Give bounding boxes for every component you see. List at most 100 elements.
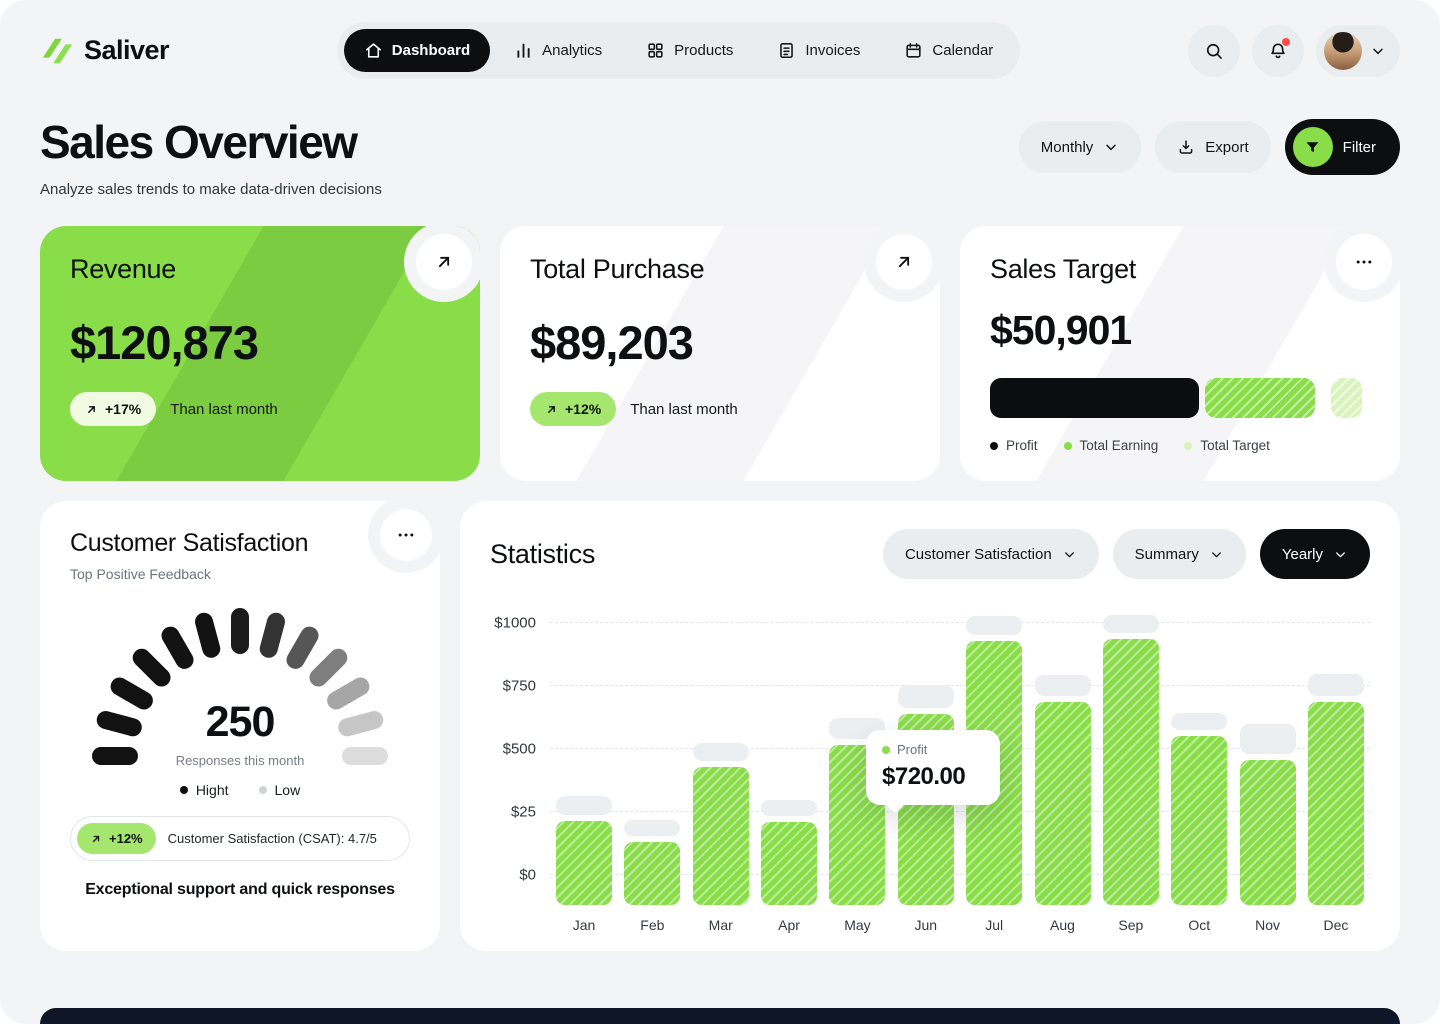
arrow-up-right-icon	[545, 403, 558, 416]
total-purchase-badge: +12%	[530, 392, 616, 426]
total-purchase-caption: Than last month	[630, 401, 738, 418]
customer-satisfaction-subtitle: Top Positive Feedback	[70, 566, 410, 582]
filter-button-label: Filter	[1343, 139, 1376, 156]
x-axis-label: Jan	[556, 917, 612, 933]
statistics-title: Statistics	[490, 539, 595, 570]
page-title: Sales Overview	[40, 115, 382, 169]
statistics-card: Statistics Customer Satisfaction Summary	[460, 501, 1400, 951]
satisfaction-footer: Exceptional support and quick responses	[70, 881, 410, 899]
arrow-up-right-icon	[85, 403, 98, 416]
chart-column-dec[interactable]	[1308, 674, 1364, 905]
gauge-segment	[258, 611, 287, 660]
products-icon	[646, 41, 665, 60]
top-bar: Saliver Dashboard Analytics Products	[0, 0, 1440, 79]
nav-item-calendar[interactable]: Calendar	[884, 29, 1013, 72]
customer-satisfaction-menu-button[interactable]	[380, 509, 432, 561]
nav-item-dashboard[interactable]: Dashboard	[344, 29, 490, 72]
legend-dot	[180, 786, 188, 794]
period-dropdown[interactable]: Monthly	[1019, 121, 1142, 173]
chart-column-oct[interactable]	[1171, 713, 1227, 905]
ellipsis-icon	[1354, 252, 1374, 272]
profit-bar	[1308, 702, 1364, 905]
tooltip-label: Profit	[897, 742, 927, 757]
filter-button[interactable]: Filter	[1285, 119, 1400, 175]
page-subtitle: Analyze sales trends to make data-driven…	[40, 181, 382, 198]
chevron-down-icon	[1062, 547, 1077, 562]
csat-label: Customer Satisfaction (CSAT): 4.7/5	[168, 831, 377, 846]
progress-segment-profit	[990, 378, 1199, 418]
target-progress	[990, 378, 1370, 418]
chart-y-axis: $1000$750$500$25$0	[490, 605, 536, 905]
saliver-logo-icon	[40, 34, 74, 68]
range-dropdown[interactable]: Yearly	[1260, 529, 1370, 579]
sales-dashboard-page: Saliver Dashboard Analytics Products	[0, 0, 1440, 1024]
export-button-label: Export	[1205, 139, 1248, 156]
gauge-segment	[231, 608, 249, 654]
nav-item-products[interactable]: Products	[626, 29, 753, 72]
chart-column-nov[interactable]	[1240, 724, 1296, 905]
gauge-segment	[306, 645, 351, 690]
export-button[interactable]: Export	[1155, 121, 1270, 173]
metric-dropdown[interactable]: Customer Satisfaction	[883, 529, 1099, 579]
x-axis-label: Jul	[966, 917, 1022, 933]
x-axis-label: Feb	[624, 917, 680, 933]
view-dropdown[interactable]: Summary	[1113, 529, 1246, 579]
sales-target-value: $50,901	[990, 307, 1370, 354]
bar-remainder-cap	[1240, 724, 1296, 754]
notifications-button[interactable]	[1252, 25, 1304, 77]
bar-remainder-cap	[1103, 615, 1159, 634]
revenue-value: $120,873	[70, 315, 450, 370]
calendar-icon	[904, 41, 923, 60]
x-axis-label: Oct	[1171, 917, 1227, 933]
profit-bar	[556, 821, 612, 905]
nav-item-invoices[interactable]: Invoices	[757, 29, 880, 72]
total-purchase-value: $89,203	[530, 315, 910, 370]
legend-item-total-earning: Total Earning	[1064, 438, 1159, 453]
brand-name: Saliver	[84, 35, 169, 66]
progress-segment-total-earning	[1205, 378, 1315, 418]
invoices-icon	[777, 41, 796, 60]
chart-column-feb[interactable]	[624, 820, 680, 905]
chart-column-apr[interactable]	[761, 800, 817, 905]
bar-remainder-cap	[1035, 675, 1091, 696]
chart-months: JanFebMarAprMayJunJulAugSepOctNovDec	[550, 917, 1370, 933]
legend-item-profit: Profit	[990, 438, 1038, 453]
avatar	[1324, 32, 1362, 70]
total-purchase-expand-button[interactable]	[876, 234, 932, 290]
revenue-expand-button[interactable]	[416, 234, 472, 290]
statistics-filters: Customer Satisfaction Summary Yearly	[883, 529, 1370, 579]
chevron-down-icon	[1103, 139, 1119, 155]
profit-bar	[1103, 639, 1159, 905]
page-header: Sales Overview Analyze sales trends to m…	[40, 115, 1400, 198]
x-axis-label: Sep	[1103, 917, 1159, 933]
csat-badge: +12%	[77, 823, 156, 854]
search-icon	[1204, 41, 1224, 61]
revenue-caption: Than last month	[170, 401, 278, 418]
y-axis-label: $1000	[494, 615, 536, 632]
stat-cards-row: Revenue $120,873 +17% Than last month To…	[40, 226, 1400, 481]
user-menu[interactable]	[1316, 25, 1400, 77]
chart-column-jan[interactable]	[556, 796, 612, 905]
chart-column-aug[interactable]	[1035, 675, 1091, 905]
chart-column-sep[interactable]	[1103, 615, 1159, 906]
y-axis-label: $0	[519, 867, 536, 884]
nav-item-label: Analytics	[542, 42, 602, 59]
bottom-sheet-peek	[40, 1008, 1400, 1024]
x-axis-label: Apr	[761, 917, 817, 933]
sales-target-menu-button[interactable]	[1336, 234, 1392, 290]
bar-remainder-cap	[693, 743, 749, 761]
x-axis-label: Dec	[1308, 917, 1364, 933]
x-axis-label: Mar	[693, 917, 749, 933]
legend-dot	[990, 442, 998, 450]
nav-item-label: Calendar	[932, 42, 993, 59]
profit-bar	[624, 842, 680, 905]
responses-count: 250	[80, 698, 400, 747]
chart-column-mar[interactable]	[693, 743, 749, 905]
x-axis-label: Aug	[1035, 917, 1091, 933]
profit-bar	[761, 822, 817, 905]
nav-item-analytics[interactable]: Analytics	[494, 29, 622, 72]
bottom-row: Customer Satisfaction Top Positive Feedb…	[40, 501, 1400, 951]
search-button[interactable]	[1188, 25, 1240, 77]
customer-satisfaction-title: Customer Satisfaction	[70, 529, 410, 558]
brand[interactable]: Saliver	[40, 34, 169, 68]
